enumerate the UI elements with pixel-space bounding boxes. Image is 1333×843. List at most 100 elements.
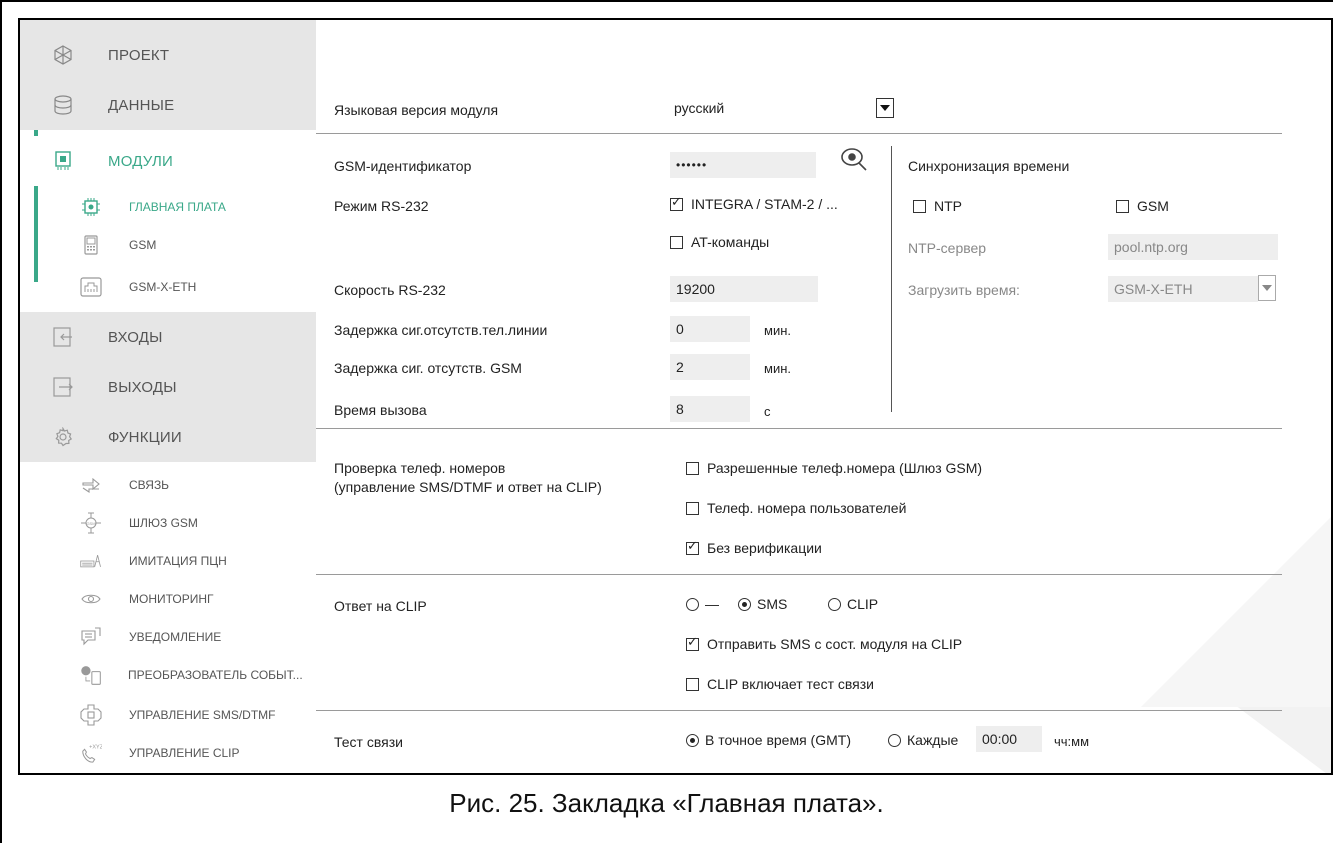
radio-label: CLIP	[847, 596, 879, 612]
checkbox-box[interactable]	[670, 195, 683, 211]
sidebar-item-data[interactable]: ДАННЫЕ	[20, 80, 316, 130]
delay-gsm-input[interactable]: 2	[670, 354, 750, 380]
test-time-input[interactable]: 00:00	[976, 726, 1042, 752]
divider	[316, 133, 1282, 134]
delay-line-label: Задержка сиг.отсутств.тел.линии	[334, 322, 548, 338]
divider	[316, 428, 1282, 429]
converter-icon	[80, 664, 102, 686]
radio-circle[interactable]	[888, 733, 901, 747]
show-password-icon[interactable]	[840, 146, 868, 177]
sidebar-subitem-gsm-x-eth[interactable]: GSM-X-ETH	[20, 268, 316, 306]
rs232-mode-integra-checkbox[interactable]: INTEGRA / STAM-2 / ...	[670, 195, 838, 212]
sync-gsm-checkbox[interactable]: GSM	[1116, 198, 1169, 214]
clip-answer-none-radio[interactable]: —	[686, 596, 719, 612]
test-every-radio[interactable]: Каждые	[888, 732, 958, 748]
call-time-label: Время вызова	[334, 402, 427, 418]
radio-circle[interactable]	[686, 733, 699, 747]
checkbox-label: INTEGRA / STAM-2 / ...	[691, 196, 838, 212]
chevron-down-icon	[1262, 285, 1272, 291]
sidebar-subitem-monitoring[interactable]: МОНИТОРИНГ	[20, 580, 316, 618]
sidebar-item-modules[interactable]: МОДУЛИ	[20, 136, 316, 186]
delay-gsm-label: Задержка сиг. отсутств. GSM	[334, 360, 522, 376]
no-verification-checkbox[interactable]: Без верификации	[686, 539, 822, 556]
checkbox-box[interactable]	[686, 635, 699, 651]
svg-text:+XYZ: +XYZ	[89, 744, 102, 750]
sidebar-subitem-event-converter[interactable]: ПРЕОБРАЗОВАТЕЛЬ СОБЫТ...	[20, 656, 316, 694]
chip-icon	[52, 150, 74, 172]
sidebar-subitem-notification[interactable]: УВЕДОМЛЕНИЕ	[20, 618, 316, 656]
sidebar-item-label: МОДУЛИ	[108, 152, 174, 170]
sidebar-subitem-gsm-gateway[interactable]: GSM ШЛЮЗ GSM	[20, 504, 316, 542]
delay-gsm-unit: мин.	[764, 361, 791, 376]
phone-check-sublabel: (управление SMS/DTMF и ответ на CLIP)	[334, 479, 602, 495]
test-time-unit: чч:мм	[1054, 734, 1090, 749]
gsm-id-label: GSM-идентификатор	[334, 158, 472, 174]
clip-answer-sms-radio[interactable]: SMS	[738, 596, 787, 612]
checkbox-box[interactable]	[686, 501, 699, 515]
sidebar-subitem-label: GSM-X-ETH	[129, 280, 197, 294]
radio-circle[interactable]	[686, 597, 699, 611]
checkbox-box[interactable]	[686, 677, 699, 691]
checkbox-box[interactable]	[686, 539, 699, 555]
delay-line-input[interactable]: 0	[670, 316, 750, 342]
phone-icon	[80, 234, 102, 256]
test-exact-time-radio[interactable]: В точное время (GMT)	[686, 732, 851, 748]
sidebar-item-project[interactable]: ПРОЕКТ	[20, 30, 316, 80]
radio-circle[interactable]	[828, 597, 841, 611]
sidebar-item-inputs[interactable]: ВХОДЫ	[20, 312, 316, 362]
checkbox-box[interactable]	[1116, 199, 1129, 213]
eye-icon	[80, 588, 102, 610]
checkbox-label: NTP	[934, 198, 962, 214]
language-label: Языковая версия модуля	[334, 102, 499, 118]
phone-check-label: Проверка телеф. номеров	[334, 460, 506, 476]
sidebar-subitem-communication[interactable]: СВЯЗЬ	[20, 466, 316, 504]
load-time-dropdown-button[interactable]	[1258, 275, 1276, 301]
sidebar-item-label: ВЫХОДЫ	[108, 378, 177, 396]
radio-circle[interactable]	[738, 597, 751, 611]
radio-label: Каждые	[907, 732, 959, 748]
checkbox-box[interactable]	[670, 235, 683, 249]
rs232-speed-input[interactable]: 19200	[670, 276, 818, 302]
sidebar-subitem-label: GSM	[129, 238, 157, 252]
radio-label: В точное время (GMT)	[705, 732, 851, 748]
language-select-value[interactable]: русский	[674, 100, 724, 116]
sidebar-subitem-gsm[interactable]: GSM	[20, 226, 316, 264]
sync-ntp-checkbox[interactable]: NTP	[913, 198, 962, 214]
divider	[316, 710, 1282, 711]
checkbox-label: CLIP включает тест связи	[707, 676, 874, 692]
sidebar-subitem-label: ГЛАВНАЯ ПЛАТА	[129, 200, 226, 214]
app-window: ПРОЕКТ ДАННЫЕ МОДУЛИ ГЛАВНАЯ ПЛАТА GSM G…	[18, 18, 1333, 775]
rs232-mode-at-checkbox[interactable]: AT-команды	[670, 234, 769, 250]
sidebar-subitem-label: ШЛЮЗ GSM	[129, 516, 198, 530]
sidebar-subitem-label: УВЕДОМЛЕНИЕ	[129, 630, 222, 644]
divider	[316, 574, 1282, 575]
ntp-server-input[interactable]: pool.ntp.org	[1108, 234, 1278, 260]
delay-line-unit: мин.	[764, 323, 791, 338]
sidebar-subitem-mainboard[interactable]: ГЛАВНАЯ ПЛАТА	[20, 188, 316, 226]
allowed-numbers-checkbox[interactable]: Разрешенные телеф.номера (Шлюз GSM)	[686, 460, 982, 476]
arrows-icon	[80, 474, 102, 496]
sidebar-subitem-clip-control[interactable]: +XYZ УПРАВЛЕНИЕ CLIP	[20, 734, 316, 772]
sidebar: ПРОЕКТ ДАННЫЕ МОДУЛИ ГЛАВНАЯ ПЛАТА GSM G…	[20, 20, 316, 773]
sidebar-item-functions[interactable]: ФУНКЦИИ	[20, 412, 316, 462]
user-numbers-checkbox[interactable]: Телеф. номера пользователей	[686, 500, 906, 516]
call-time-input[interactable]: 8	[670, 396, 750, 422]
checkbox-box[interactable]	[686, 461, 699, 475]
sidebar-subitem-label: УПРАВЛЕНИЕ SMS/DTMF	[129, 708, 276, 722]
sidebar-subitem-station-emulation[interactable]: ИМИТАЦИЯ ПЦН	[20, 542, 316, 580]
sidebar-subitem-label: МОНИТОРИНГ	[129, 592, 214, 606]
load-time-select[interactable]: GSM-X-ETH	[1108, 276, 1258, 302]
sidebar-subitem-sms-dtmf-control[interactable]: УПРАВЛЕНИЕ SMS/DTMF	[20, 696, 316, 734]
sidebar-item-label: ФУНКЦИИ	[108, 428, 182, 446]
clip-test-checkbox[interactable]: CLIP включает тест связи	[686, 676, 874, 692]
ethernet-icon	[80, 276, 102, 298]
project-icon	[52, 44, 74, 66]
send-sms-on-clip-checkbox[interactable]: Отправить SMS с сост. модуля на CLIP	[686, 635, 962, 652]
checkbox-label: GSM	[1137, 198, 1169, 214]
gsm-id-input[interactable]: ••••••	[670, 152, 816, 178]
sidebar-item-outputs[interactable]: ВЫХОДЫ	[20, 362, 316, 412]
background-watermark	[1141, 517, 1331, 773]
language-dropdown-button[interactable]	[876, 98, 894, 118]
clip-answer-clip-radio[interactable]: CLIP	[828, 596, 878, 612]
checkbox-box[interactable]	[913, 199, 926, 213]
